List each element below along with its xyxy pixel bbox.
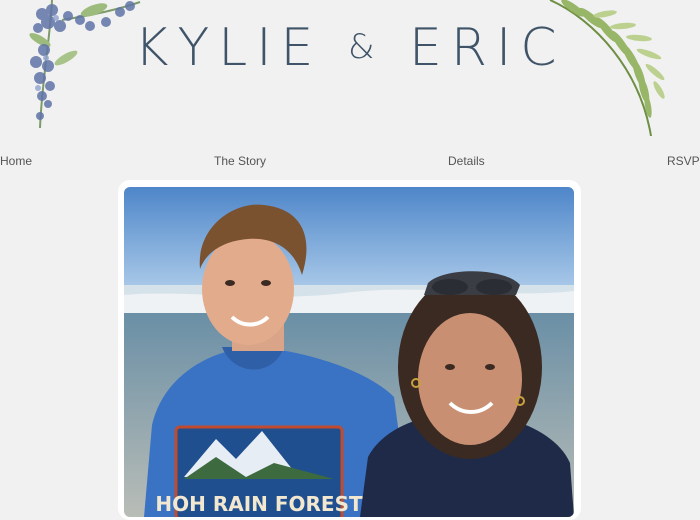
couple-photo-frame: HOH RAIN FOREST (118, 180, 581, 520)
couple-photo-image: HOH RAIN FOREST (124, 187, 574, 517)
title-name-1: KYLIE (134, 18, 323, 78)
nav-rsvp[interactable]: RSVP (667, 154, 700, 168)
couple-photo: HOH RAIN FOREST (124, 187, 574, 517)
site-header: KYLIE & ERIC (0, 0, 700, 140)
main-nav: Home The Story Details RSVP (0, 154, 700, 174)
nav-details[interactable]: Details (448, 154, 485, 168)
title-name-2: ERIC (408, 18, 566, 78)
fern-decoration-icon (549, 0, 665, 137)
shirt-text: HOH RAIN FOREST (155, 492, 363, 516)
title-ampersand: & (347, 27, 384, 67)
nav-the-story[interactable]: The Story (214, 154, 266, 168)
nav-home[interactable]: Home (0, 154, 32, 168)
